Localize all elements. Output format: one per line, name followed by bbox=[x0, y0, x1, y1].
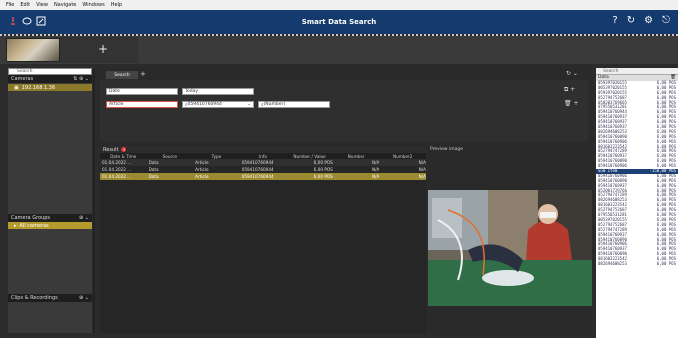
filter-field-date[interactable]: Date bbox=[106, 88, 178, 95]
refresh-icon[interactable]: ↻ bbox=[627, 15, 635, 26]
cell-number: N/A bbox=[332, 173, 380, 180]
logout-icon[interactable]: ⎋ bbox=[662, 15, 670, 26]
cell-info: 059410760944 bbox=[239, 173, 287, 180]
camera-groups-label: Camera Groups bbox=[11, 215, 51, 221]
data-list: 059397020155 6,00 POS 005397020155 6,00 POS… bbox=[596, 80, 678, 267]
data-panel: Search Data 🗑 059397020155 6,00 POS 005397… bbox=[596, 68, 678, 338]
table-row[interactable]: 01.04.2022 ... Data Article 059410760944… bbox=[100, 166, 426, 173]
menu-view[interactable]: View bbox=[36, 2, 48, 8]
cell-type: Article bbox=[193, 159, 240, 166]
layout-thumbnail[interactable] bbox=[6, 38, 60, 62]
camera-item[interactable]: ▣ 192.168.1.36 bbox=[8, 84, 92, 91]
cell-type: Article bbox=[193, 166, 240, 173]
help-icon[interactable]: ? bbox=[612, 15, 617, 26]
result-table: Date & Time Source Type Info Number / Va… bbox=[100, 153, 426, 180]
result-label: Result bbox=[103, 146, 119, 153]
camera-groups-header: Camera Groups ⊕ ⌄ bbox=[8, 214, 92, 222]
menu-file[interactable]: File bbox=[6, 2, 14, 8]
data-search-placeholder: Search bbox=[603, 68, 619, 74]
menu-help[interactable]: Help bbox=[111, 2, 122, 8]
cell-number2: N/A bbox=[379, 159, 426, 166]
menu-navigate[interactable]: Navigate bbox=[54, 2, 76, 8]
group-icon: ▸ bbox=[14, 222, 17, 229]
all-cameras-item[interactable]: ▸ All cameras bbox=[8, 222, 92, 229]
menu-edit[interactable]: Edit bbox=[20, 2, 30, 8]
data-code: 082694608253 bbox=[598, 260, 627, 266]
cell-source: Data bbox=[146, 166, 194, 173]
result-count-badge: 3 bbox=[121, 147, 127, 152]
left-search-placeholder: Search bbox=[17, 69, 33, 74]
preview-panel: Preview image bbox=[428, 146, 592, 333]
cell-info: 059410760944 bbox=[239, 166, 287, 173]
title-bar: Smart Data Search ? ↻ ⚙ ⎋ bbox=[0, 10, 678, 34]
left-panel: Search Cameras ⇅ ⊕ ⌄ ▣ 192.168.1.36 Came… bbox=[8, 68, 92, 333]
left-search-input[interactable]: Search bbox=[8, 68, 92, 75]
filter-value-article[interactable]: ⌕ 059410760944 ⌄ bbox=[182, 101, 254, 108]
result-header: Result 3 bbox=[100, 146, 426, 153]
cameras-label: Cameras bbox=[11, 76, 34, 82]
cell-type: Article bbox=[193, 173, 240, 180]
result-panel: Result 3 Date & Time Source Type Info Nu… bbox=[100, 146, 426, 333]
cell-date: 01.04.2022 ... bbox=[100, 173, 147, 180]
clips-tools-icon[interactable]: ⊕ ⌄ bbox=[79, 295, 89, 301]
menu-bar: File Edit View Navigate Windows Help bbox=[0, 0, 678, 10]
cell-number2: N/A bbox=[379, 166, 426, 173]
cell-source: Data bbox=[146, 173, 194, 180]
clips-label: Clips & Recordings bbox=[11, 295, 58, 301]
camera-icon: ▣ bbox=[14, 84, 19, 91]
cell-source: Data bbox=[146, 159, 194, 166]
col-number-value[interactable]: Number / Value bbox=[286, 153, 333, 159]
cameras-header: Cameras ⇅ ⊕ ⌄ bbox=[8, 75, 92, 83]
filter-number-placeholder: (Number) bbox=[263, 102, 286, 107]
cell-number: N/A bbox=[332, 166, 380, 173]
delete-filter-icon[interactable]: 🗑 + bbox=[564, 100, 579, 107]
cell-number: N/A bbox=[332, 159, 380, 166]
preview-image[interactable] bbox=[428, 190, 592, 306]
filter-article-number: 059410760944 bbox=[187, 102, 222, 107]
cell-date: 01.04.2022 ... bbox=[100, 159, 147, 166]
preview-label: Preview image bbox=[430, 147, 463, 152]
cameras-tools-icon[interactable]: ⇅ ⊕ ⌄ bbox=[73, 76, 89, 82]
table-row-selected[interactable]: 01.04.2022 ... Data Article 059410760944… bbox=[100, 173, 426, 180]
camera-ip-label: 192.168.1.36 bbox=[21, 84, 56, 91]
all-cameras-label: All cameras bbox=[19, 222, 49, 229]
cell-info: 059410760944 bbox=[239, 159, 287, 166]
settings-icon[interactable]: ⚙ bbox=[644, 15, 653, 26]
add-layout-button[interactable]: + bbox=[98, 42, 108, 56]
clips-header: Clips & Recordings ⊕ ⌄ bbox=[8, 294, 92, 302]
cell-value: 6,00 POS bbox=[286, 166, 333, 173]
tab-search[interactable]: Search bbox=[106, 71, 138, 79]
groups-tools-icon[interactable]: ⊕ ⌄ bbox=[79, 215, 89, 221]
cell-date: 01.04.2022 ... bbox=[100, 166, 147, 173]
filter-value-today[interactable]: Today bbox=[182, 88, 254, 95]
filter-number-field[interactable]: ⌕ (Number) bbox=[258, 101, 330, 108]
cell-value: 6,00 POS bbox=[286, 159, 333, 166]
data-search-input[interactable]: Search bbox=[596, 68, 678, 75]
data-row[interactable]: 082694608253 6,00 POS bbox=[596, 260, 678, 267]
menu-windows[interactable]: Windows bbox=[82, 2, 104, 8]
filter-field-article[interactable]: Article bbox=[106, 101, 178, 108]
table-row[interactable]: 01.04.2022 ... Data Article 059410760944… bbox=[100, 159, 426, 166]
app-title: Smart Data Search bbox=[301, 18, 377, 26]
left-splitter[interactable] bbox=[93, 68, 95, 333]
data-amount: 6,00 POS bbox=[656, 260, 676, 266]
add-search-tab-button[interactable]: + bbox=[140, 70, 146, 78]
cell-value: 6,00 POS bbox=[286, 173, 333, 180]
filter-add-icon[interactable]: ⧉ + bbox=[564, 86, 575, 94]
reload-icon[interactable]: ↻ ⌄ bbox=[566, 70, 578, 77]
cell-number2: N/A bbox=[379, 173, 426, 180]
chevron-down-icon: ⌄ bbox=[247, 102, 251, 107]
